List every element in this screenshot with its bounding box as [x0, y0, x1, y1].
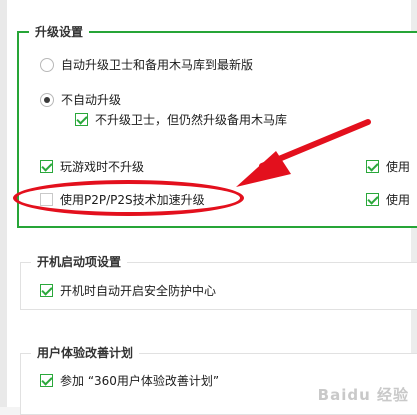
option-no-guard-upgrade[interactable]: 不升级卫士，但仍然升级备用木马库 [75, 111, 287, 128]
option-join-ux-plan[interactable]: 参加 “360用户体验改善计划” [40, 372, 219, 389]
label-right-2: 使用 [386, 193, 411, 207]
option-right-2[interactable]: 使用 [366, 191, 410, 208]
watermark-logo: Baidu 经验 [317, 386, 409, 404]
option-right-1[interactable]: 使用 [366, 158, 410, 175]
red-highlight-ellipse [13, 180, 244, 216]
option-no-auto-upgrade[interactable]: 不自动升级 [40, 91, 121, 108]
option-autostart-protection[interactable]: 开机时自动开启安全防护中心 [40, 282, 216, 299]
settings-panel: 升级设置 自动升级卫士和备用木马库到最新版 不自动升级 不升级卫士，但仍然升级备… [0, 0, 417, 415]
label-auto-upgrade: 自动升级卫士和备用木马库到最新版 [61, 58, 254, 72]
label-no-guard-upgrade: 不升级卫士，但仍然升级备用木马库 [95, 113, 288, 127]
left-edge [0, 0, 7, 407]
checkbox-autostart-protection[interactable] [40, 284, 53, 297]
checkbox-right-1[interactable] [366, 160, 379, 173]
label-autostart-protection: 开机时自动开启安全防护中心 [60, 284, 217, 298]
option-no-upgrade-gaming[interactable]: 玩游戏时不升级 [40, 158, 144, 175]
startup-settings-title: 开机启动项设置 [31, 254, 128, 270]
radio-auto-upgrade[interactable] [40, 57, 54, 72]
upgrade-settings-title: 升级设置 [29, 24, 90, 40]
checkbox-right-2[interactable] [366, 193, 379, 206]
radio-no-auto-upgrade[interactable] [40, 92, 54, 107]
ux-plan-title: 用户体验改善计划 [31, 345, 140, 361]
option-auto-upgrade[interactable]: 自动升级卫士和备用木马库到最新版 [40, 56, 253, 73]
label-right-1: 使用 [386, 160, 411, 174]
checkbox-no-upgrade-gaming[interactable] [40, 160, 53, 173]
checkbox-no-guard-upgrade[interactable] [75, 113, 88, 126]
label-join-ux-plan: 参加 “360用户体验改善计划” [60, 374, 220, 388]
label-no-upgrade-gaming: 玩游戏时不升级 [60, 160, 145, 174]
checkbox-join-ux-plan[interactable] [40, 374, 53, 387]
label-no-auto-upgrade: 不自动升级 [61, 93, 122, 107]
